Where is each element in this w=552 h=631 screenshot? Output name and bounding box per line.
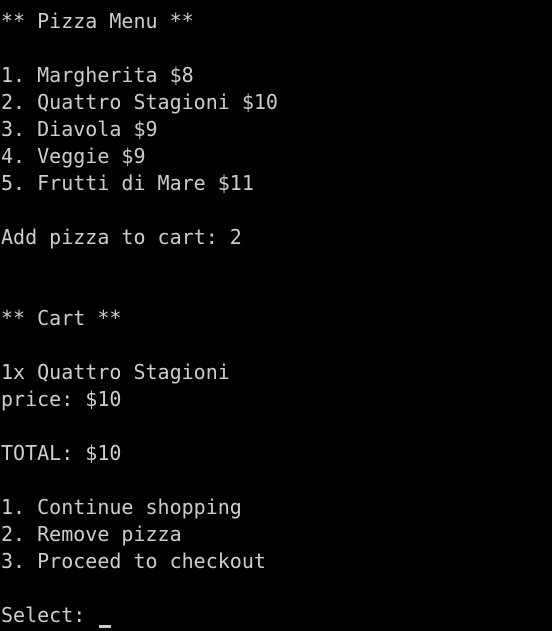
text-cursor — [99, 625, 112, 628]
cart-header: ** Cart ** — [1, 306, 122, 330]
menu-item-4: 4. Veggie $9 — [1, 144, 146, 168]
cart-option-1: 1. Continue shopping — [1, 495, 242, 519]
select-prompt: Select: — [1, 603, 98, 627]
add-pizza-line: Add pizza to cart: 2 — [1, 224, 552, 251]
menu-header: ** Pizza Menu ** — [1, 9, 194, 33]
add-pizza-input: 2 — [229, 225, 242, 249]
menu-item-1: 1. Margherita $8 — [1, 63, 194, 87]
cart-option-2: 2. Remove pizza — [1, 522, 182, 546]
select-line[interactable]: Select: — [1, 602, 552, 629]
add-pizza-prompt: Add pizza to cart: — [1, 225, 230, 249]
cart-total: TOTAL: $10 — [1, 441, 122, 465]
cart-item-price: price: $10 — [1, 387, 122, 411]
cart-option-3: 3. Proceed to checkout — [1, 549, 266, 573]
menu-item-2: 2. Quattro Stagioni $10 — [1, 90, 278, 114]
cart-item: 1x Quattro Stagioni — [1, 360, 230, 384]
console-window[interactable]: ** Pizza Menu ** 1. Margherita $8 2. Qua… — [0, 0, 552, 631]
menu-item-3: 3. Diavola $9 — [1, 117, 158, 141]
menu-item-5: 5. Frutti di Mare $11 — [1, 171, 254, 195]
